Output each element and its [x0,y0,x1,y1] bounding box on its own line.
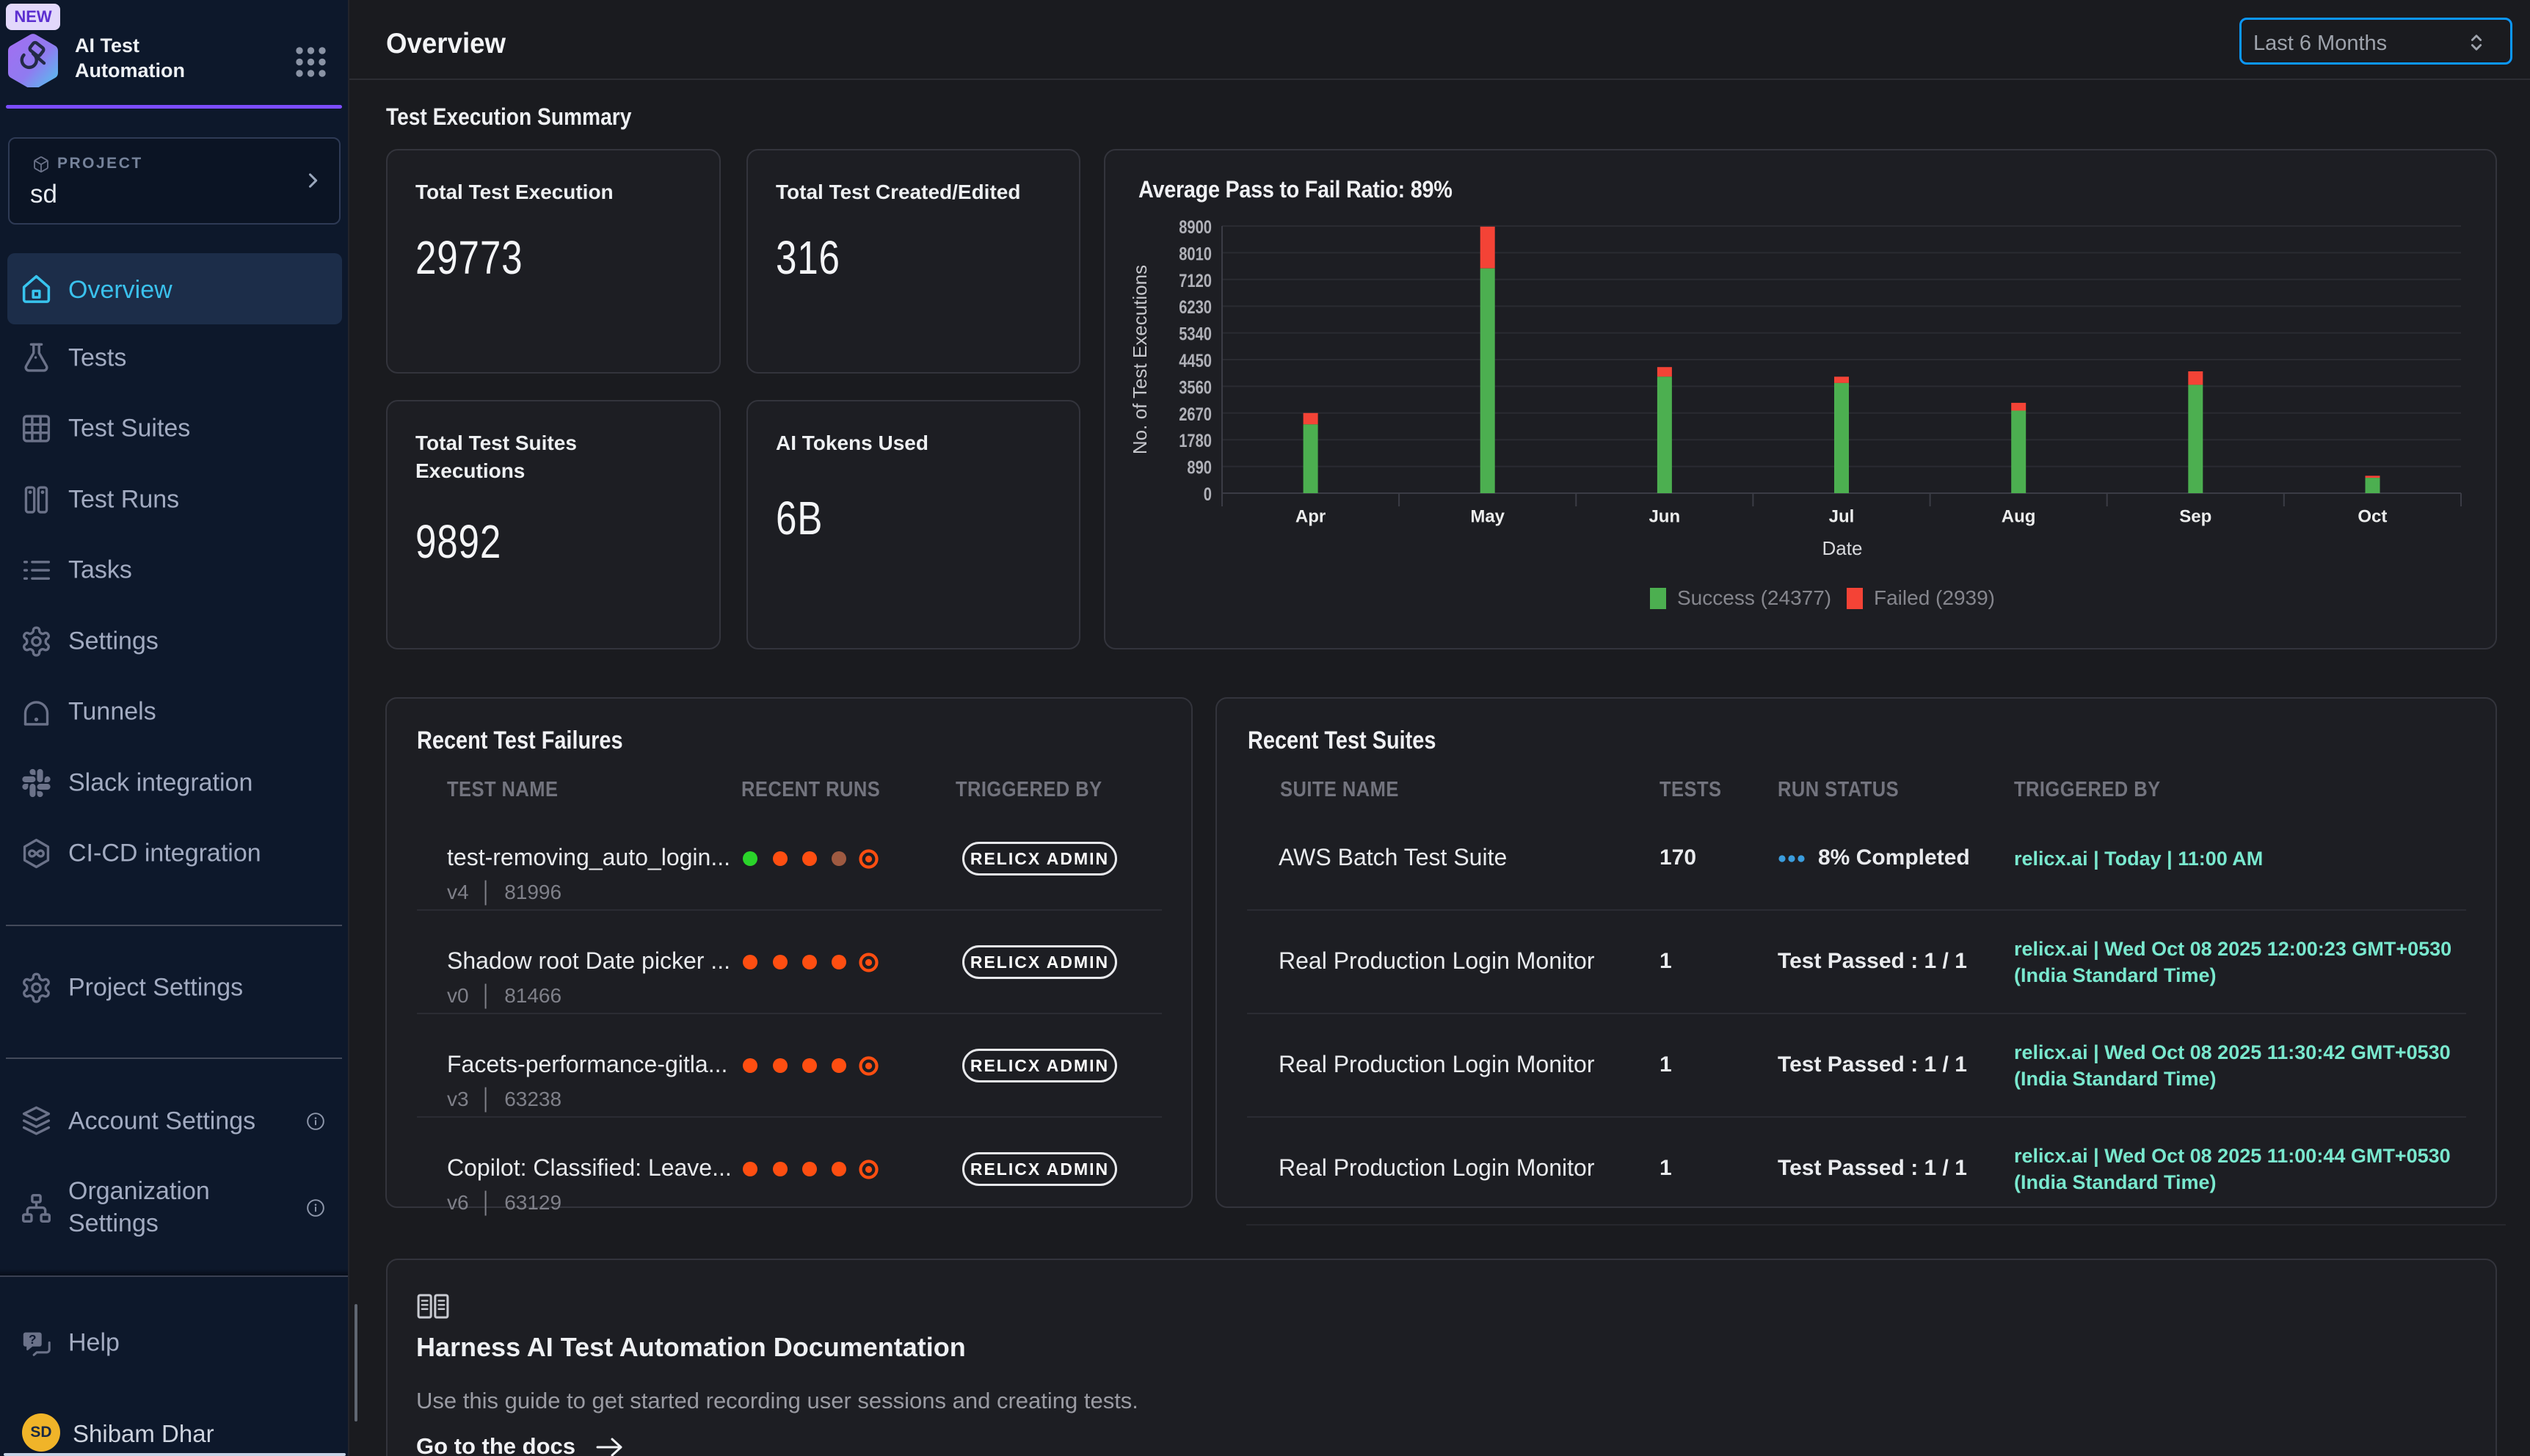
svg-text:Apr: Apr [1295,507,1326,527]
svg-text:Failed (2939): Failed (2939) [1874,586,1995,609]
svg-text:Date: Date [1822,537,1863,559]
svg-text:Oct: Oct [2358,507,2387,527]
svg-text:8010: 8010 [1179,244,1212,264]
svg-text:2670: 2670 [1179,404,1212,425]
svg-text:Jul: Jul [1829,507,1855,527]
svg-text:5340: 5340 [1179,324,1212,345]
svg-text:6230: 6230 [1179,297,1212,318]
svg-text:May: May [1470,507,1505,527]
svg-text:Sep: Sep [2179,507,2211,527]
svg-text:4450: 4450 [1179,351,1212,371]
svg-text:890: 890 [1187,458,1212,478]
svg-text:0: 0 [1204,484,1212,505]
svg-text:1780: 1780 [1179,431,1212,451]
svg-text:3560: 3560 [1179,377,1212,398]
svg-text:Jun: Jun [1649,507,1680,527]
svg-text:7120: 7120 [1179,271,1212,291]
svg-text:No. of Test Executions: No. of Test Executions [1129,265,1151,454]
svg-text:8900: 8900 [1179,217,1212,238]
svg-text:Success (24377): Success (24377) [1677,586,1831,609]
svg-text:?: ? [29,1332,37,1347]
svg-text:Aug: Aug [2002,507,2036,527]
